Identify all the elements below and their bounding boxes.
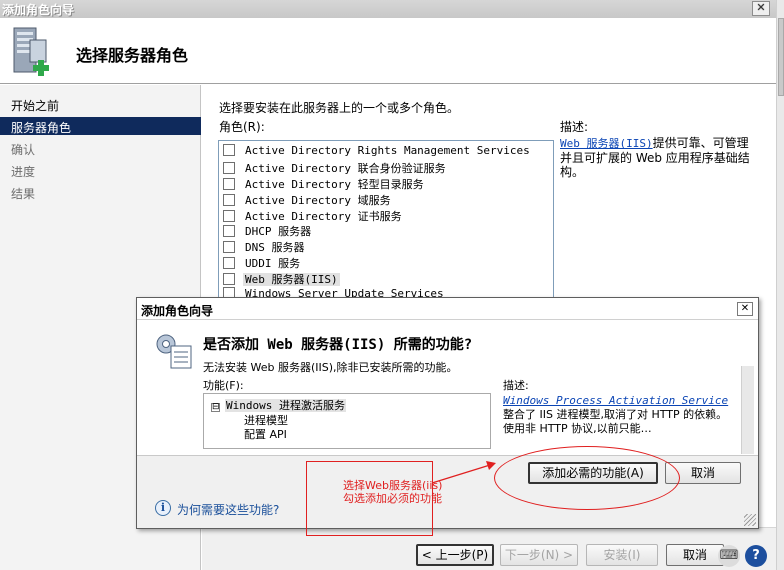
resize-grip[interactable] bbox=[744, 514, 756, 526]
back-button[interactable]: < 上一步(P) bbox=[416, 544, 494, 566]
role-checkbox[interactable] bbox=[223, 225, 235, 237]
instruction-text: 选择要安装在此服务器上的一个或多个角色。 bbox=[219, 101, 460, 115]
dialog-question: 是否添加 Web 服务器(IIS) 所需的功能? bbox=[203, 337, 473, 353]
dialog-close-button[interactable]: ✕ bbox=[737, 302, 753, 316]
description-text: Web 服务器(IIS)提供可靠、可管理并且可扩展的 Web 应用程序基础结构。 bbox=[560, 136, 750, 179]
annotation-arrow bbox=[431, 461, 496, 484]
close-icon: ✕ bbox=[740, 303, 750, 314]
wizard-header: 选择服务器角色 bbox=[0, 18, 776, 84]
dialog-description-link[interactable]: Windows Process Activation Service bbox=[503, 394, 728, 407]
dialog-scrollbar[interactable] bbox=[741, 366, 754, 454]
description-label: 描述: bbox=[560, 120, 589, 134]
dialog-title: 添加角色向导 bbox=[141, 304, 214, 318]
dialog-description-text: 整合了 IIS 进程模型,取消了对 HTTP 的依赖。使用非 HTTP 协议,以… bbox=[503, 408, 728, 435]
wizard-titlebar: 添加角色向导 ✕ bbox=[0, 0, 784, 18]
nav-item-confirmation: 确认 bbox=[11, 143, 36, 157]
page-title: 选择服务器角色 bbox=[76, 46, 189, 65]
install-button: 安装(I) bbox=[586, 544, 658, 566]
keyboard-icon[interactable]: ⌨ bbox=[718, 545, 740, 567]
help-icon[interactable]: ? bbox=[745, 545, 767, 567]
why-features-link[interactable]: 为何需要这些功能? bbox=[177, 501, 279, 518]
nav-item-results: 结果 bbox=[11, 187, 36, 201]
role-checkbox[interactable] bbox=[223, 144, 235, 156]
role-item[interactable]: DHCP 服务器 bbox=[223, 223, 313, 239]
role-item[interactable]: Active Directory 域服务 bbox=[223, 192, 393, 208]
role-item[interactable]: UDDI 服务 bbox=[223, 255, 302, 271]
dialog-titlebar: 添加角色向导 ✕ bbox=[137, 298, 758, 320]
wizard-title: 添加角色向导 bbox=[2, 3, 75, 17]
annotation-ellipse bbox=[494, 446, 680, 510]
role-item[interactable]: Active Directory 证书服务 bbox=[223, 208, 404, 224]
cancel-button[interactable]: 取消 bbox=[666, 544, 724, 566]
roles-label: 角色(R): bbox=[219, 120, 265, 134]
next-button: 下一步(N) > bbox=[500, 544, 578, 566]
role-checkbox[interactable] bbox=[223, 178, 235, 190]
close-icon: ✕ bbox=[756, 1, 766, 14]
feature-tree-child: 配置 API bbox=[244, 428, 287, 441]
wizard-close-button[interactable]: ✕ bbox=[752, 1, 770, 16]
features-label: 功能(F): bbox=[203, 379, 244, 392]
server-add-icon bbox=[13, 27, 49, 76]
role-item[interactable]: DNS 服务器 bbox=[223, 239, 307, 255]
dialog-body: 是否添加 Web 服务器(IIS) 所需的功能? 无法安装 Web 服务器(II… bbox=[137, 320, 758, 456]
role-item-web-server[interactable]: Web 服务器(IIS) bbox=[223, 271, 340, 287]
role-checkbox[interactable] bbox=[223, 273, 235, 285]
dialog-warning: 无法安装 Web 服务器(IIS),除非已安装所需的功能。 bbox=[203, 361, 458, 374]
nav-item-progress: 进度 bbox=[11, 165, 36, 179]
roles-list[interactable]: Active Directory Rights Management Servi… bbox=[218, 140, 554, 300]
nav-item-before-you-begin[interactable]: 开始之前 bbox=[0, 95, 201, 113]
nav-item-server-roles[interactable]: 服务器角色 bbox=[0, 117, 201, 135]
role-checkbox[interactable] bbox=[223, 162, 235, 174]
role-checkbox[interactable] bbox=[223, 241, 235, 253]
role-checkbox[interactable] bbox=[223, 210, 235, 222]
wizard-footer: < 上一步(P) 下一步(N) > 安装(I) 取消 bbox=[202, 527, 776, 570]
features-gear-icon bbox=[156, 334, 192, 369]
role-item[interactable]: Active Directory Rights Management Servi… bbox=[223, 144, 532, 160]
feature-tree-root[interactable]: ⊟ Windows 进程激活服务 bbox=[211, 397, 346, 413]
info-icon: i bbox=[155, 500, 171, 516]
collapse-icon[interactable]: ⊟ bbox=[211, 403, 220, 412]
dialog-description-label: 描述: bbox=[503, 379, 529, 392]
role-item[interactable]: Active Directory 联合身份验证服务 bbox=[223, 160, 448, 176]
role-checkbox[interactable] bbox=[223, 257, 235, 269]
description-link[interactable]: Web 服务器(IIS) bbox=[560, 137, 653, 150]
role-item[interactable]: Active Directory 轻型目录服务 bbox=[223, 176, 426, 192]
window-scrollbar[interactable] bbox=[776, 0, 784, 570]
role-checkbox[interactable] bbox=[223, 194, 235, 206]
scrollbar-thumb[interactable] bbox=[778, 18, 784, 96]
features-tree[interactable]: ⊟ Windows 进程激活服务 进程模型 配置 API bbox=[203, 393, 491, 449]
